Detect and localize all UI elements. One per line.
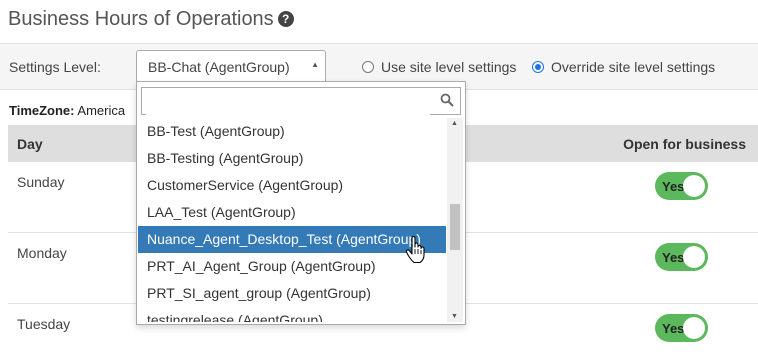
toggle-label: Yes — [662, 250, 685, 265]
use-site-settings-option[interactable]: Use site level settings — [362, 59, 516, 75]
timezone-value: America — [77, 103, 126, 118]
dropdown-option[interactable]: BB-Testing (AgentGroup) — [138, 145, 446, 172]
column-header-day: Day — [17, 136, 43, 152]
settings-level-dropdown: BB-Test (AgentGroup) BB-Testing (AgentGr… — [136, 81, 466, 325]
timezone-label: TimeZone: — [9, 103, 75, 118]
row-day-label: Monday — [17, 245, 67, 261]
timezone-line: TimeZone: America — [9, 103, 125, 118]
page-title-text: Business Hours of Operations — [8, 8, 274, 30]
toggle-knob — [683, 246, 705, 268]
dropdown-option[interactable]: PRT_AI_Agent_Group (AgentGroup) — [138, 253, 446, 280]
toggle-label: Yes — [662, 179, 685, 194]
dropdown-option[interactable]: PRT_SI_agent_group (AgentGroup) — [138, 280, 446, 307]
hand-pointer-icon — [405, 236, 425, 264]
dropdown-option[interactable]: LAA_Test (AgentGroup) — [138, 199, 446, 226]
dropdown-search-input[interactable] — [146, 89, 430, 115]
column-header-open: Open for business — [623, 136, 746, 152]
row-day-label: Sunday — [17, 174, 65, 190]
scroll-up-icon[interactable]: ▲ — [451, 120, 458, 127]
settings-level-selected-value: BB-Chat (AgentGroup) — [148, 59, 290, 75]
toggle-knob — [683, 317, 705, 339]
help-icon[interactable]: ? — [277, 11, 294, 27]
dropdown-option[interactable]: BB-Test (AgentGroup) — [138, 118, 446, 145]
toggle-knob — [683, 175, 705, 197]
open-for-business-toggle[interactable]: Yes — [655, 243, 708, 271]
settings-level-label: Settings Level: — [9, 59, 101, 75]
override-site-settings-option[interactable]: Override site level settings — [532, 59, 715, 75]
row-day-label: Tuesday — [17, 316, 71, 332]
use-site-settings-label: Use site level settings — [381, 59, 517, 75]
use-site-settings-radio[interactable] — [362, 61, 374, 73]
scrollbar-thumb[interactable] — [450, 204, 460, 250]
dropdown-scrollbar[interactable]: ▲ ▼ — [447, 118, 463, 322]
page-title: Business Hours of Operations? — [8, 8, 294, 31]
dropdown-search-box[interactable] — [141, 87, 461, 115]
dropdown-option-highlighted[interactable]: Nuance_Agent_Desktop_Test (AgentGroup) — [138, 226, 446, 253]
scroll-down-icon[interactable]: ▼ — [451, 313, 458, 320]
open-for-business-toggle[interactable]: Yes — [655, 314, 708, 342]
search-icon — [440, 93, 454, 107]
override-site-settings-radio[interactable] — [532, 61, 544, 73]
dropdown-options-list: BB-Test (AgentGroup) BB-Testing (AgentGr… — [138, 118, 446, 322]
dropdown-option[interactable]: testingrelease (AgentGroup) — [138, 307, 446, 322]
open-for-business-toggle[interactable]: Yes — [655, 172, 708, 200]
override-site-settings-label: Override site level settings — [551, 59, 716, 75]
dropdown-option[interactable]: CustomerService (AgentGroup) — [138, 172, 446, 199]
caret-up-icon: ▲ — [311, 60, 319, 69]
settings-level-select[interactable]: BB-Chat (AgentGroup) ▲ — [136, 50, 326, 82]
toggle-label: Yes — [662, 321, 685, 336]
